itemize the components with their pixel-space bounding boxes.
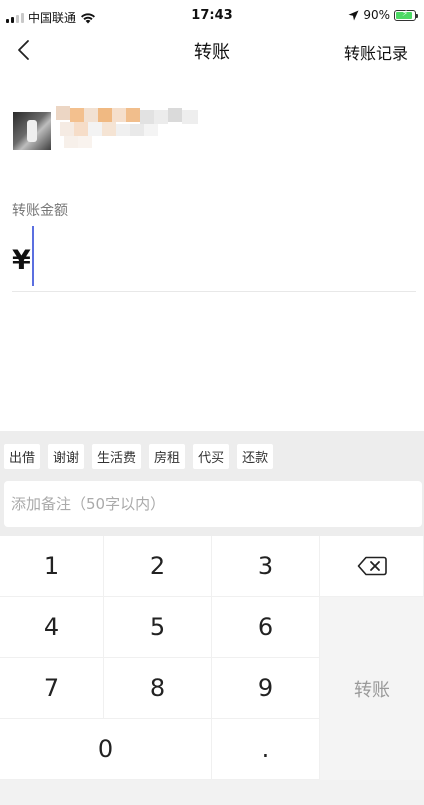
quick-tag[interactable]: 谢谢 (48, 444, 85, 469)
key-4[interactable]: 4 (0, 597, 104, 658)
key-dot[interactable]: . (212, 719, 320, 780)
backspace-icon (357, 556, 387, 576)
currency-symbol: ¥ (12, 245, 31, 276)
remark-input[interactable] (4, 481, 422, 527)
amount-underline (12, 291, 416, 292)
key-5[interactable]: 5 (104, 597, 212, 658)
key-1[interactable]: 1 (0, 536, 104, 597)
numeric-keypad: 1 2 3 4 5 6 转账 7 8 9 0 . (0, 536, 424, 780)
nav-bar: 转账 转账记录 (0, 34, 424, 68)
delete-key[interactable] (320, 536, 424, 597)
status-right: 90% ⚡ (348, 8, 418, 22)
transfer-submit-button[interactable]: 转账 (320, 597, 424, 780)
amount-input[interactable] (32, 226, 416, 288)
battery-percent: 90% (363, 8, 390, 22)
key-2[interactable]: 2 (104, 536, 212, 597)
quick-tags: 出借 谢谢 生活费 房租 代买 还款 (4, 444, 274, 469)
key-3[interactable]: 3 (212, 536, 320, 597)
bottom-safe-area (0, 780, 424, 805)
key-7[interactable]: 7 (0, 658, 104, 719)
location-arrow-icon (348, 10, 359, 20)
quick-tag[interactable]: 出借 (4, 444, 41, 469)
key-8[interactable]: 8 (104, 658, 212, 719)
recipient-name-blurred (56, 106, 201, 150)
transfer-history-link[interactable]: 转账记录 (344, 40, 408, 64)
recipient-avatar (13, 112, 51, 150)
key-9[interactable]: 9 (212, 658, 320, 719)
quick-tag[interactable]: 房租 (149, 444, 186, 469)
quick-tag[interactable]: 代买 (193, 444, 230, 469)
battery-icon: ⚡ (394, 9, 418, 21)
status-bar: 中国联通 17:43 90% ⚡ (0, 0, 424, 34)
quick-tag[interactable]: 生活费 (92, 444, 142, 469)
amount-label: 转账金额 (12, 203, 68, 219)
quick-tag[interactable]: 还款 (237, 444, 274, 469)
key-6[interactable]: 6 (212, 597, 320, 658)
text-caret (32, 226, 34, 286)
key-0[interactable]: 0 (0, 719, 212, 780)
